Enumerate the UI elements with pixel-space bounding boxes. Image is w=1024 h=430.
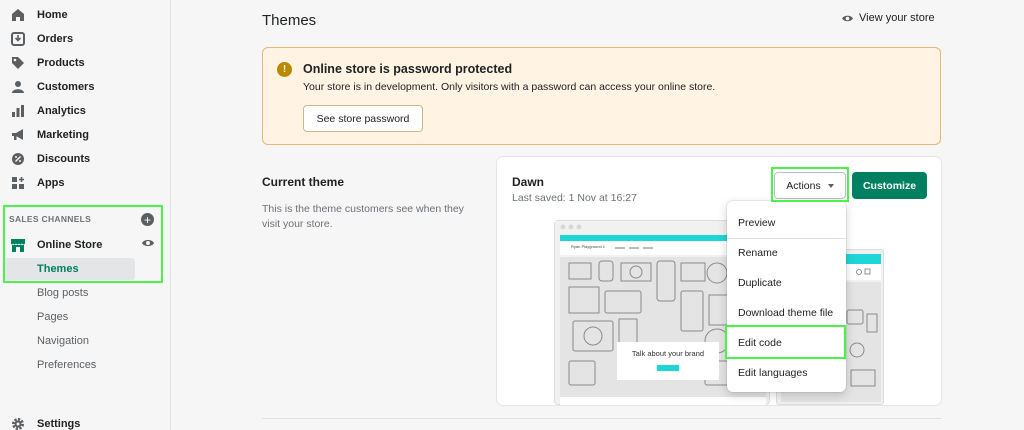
theme-card: Dawn Last saved: 1 Nov at 16:27 Actions … (497, 157, 941, 405)
tag-icon (10, 55, 26, 71)
preview-tagline: Talk about your brand (631, 349, 705, 358)
current-theme-heading: Current theme (262, 175, 345, 189)
password-banner: ! Online store is password protected You… (262, 47, 941, 145)
store-icon (10, 238, 26, 253)
nav-online-store-label: Online Store (37, 239, 103, 251)
add-channel-icon[interactable]: + (141, 213, 154, 226)
menu-item-duplicate[interactable]: Duplicate (727, 268, 846, 298)
gear-icon (10, 416, 26, 430)
person-icon (10, 79, 26, 95)
nav-home-label: Home (37, 9, 68, 21)
menu-item-download-theme-file[interactable]: Download theme file (727, 298, 846, 328)
orders-icon (10, 31, 26, 47)
preview-store-name: Ryan Playground 1 (571, 244, 606, 249)
apps-icon (10, 175, 26, 191)
sidebar-item-preferences[interactable]: Preferences (37, 354, 96, 376)
sidebar: Home Orders Products Customers Analytics… (0, 0, 171, 430)
nav-customers[interactable]: Customers (10, 76, 94, 98)
menu-item-edit-code[interactable]: Edit code (727, 328, 846, 358)
eye-icon (841, 14, 854, 23)
sidebar-item-navigation[interactable]: Navigation (37, 330, 89, 352)
page-title: Themes (262, 12, 317, 29)
bar-chart-icon (10, 103, 26, 119)
see-store-password-button[interactable]: See store password (303, 105, 423, 132)
actions-button[interactable]: Actions (774, 172, 846, 199)
sidebar-item-pages[interactable]: Pages (37, 306, 68, 328)
nav-orders-label: Orders (37, 33, 74, 45)
nav-online-store[interactable]: Online Store (10, 234, 102, 256)
banner-text: Your store is in development. Only visit… (303, 81, 716, 93)
nav-analytics[interactable]: Analytics (10, 100, 86, 122)
nav-settings[interactable]: Settings (10, 413, 80, 430)
nav-products[interactable]: Products (10, 52, 85, 74)
sidebar-item-blog-posts[interactable]: Blog posts (37, 282, 88, 304)
section-divider (262, 418, 941, 419)
nav-analytics-label: Analytics (37, 105, 86, 117)
menu-item-rename[interactable]: Rename (727, 238, 846, 268)
nav-settings-label: Settings (37, 418, 81, 430)
nav-marketing-label: Marketing (37, 129, 89, 141)
view-store-eye-icon[interactable] (141, 238, 155, 251)
theme-last-saved: Last saved: 1 Nov at 16:27 (512, 192, 637, 204)
nav-products-label: Products (37, 57, 85, 69)
banner-title: Online store is password protected (303, 62, 513, 76)
discount-icon (10, 151, 26, 167)
view-store-link[interactable]: View your store (841, 12, 935, 24)
nav-apps[interactable]: Apps (10, 172, 65, 194)
caret-down-icon (827, 183, 834, 188)
warning-icon: ! (277, 62, 292, 77)
theme-name: Dawn (512, 175, 545, 189)
sidebar-item-themes[interactable]: Themes (4, 258, 135, 280)
nav-orders[interactable]: Orders (10, 28, 73, 50)
home-icon (10, 7, 26, 23)
nav-home[interactable]: Home (10, 4, 68, 26)
sales-channels-header: SALES CHANNELS (9, 214, 92, 224)
menu-item-preview[interactable]: Preview (727, 208, 846, 238)
megaphone-icon (10, 127, 26, 143)
nav-apps-label: Apps (37, 177, 65, 189)
actions-label: Actions (786, 179, 821, 192)
customize-button[interactable]: Customize (852, 172, 927, 199)
nav-marketing[interactable]: Marketing (10, 124, 89, 146)
view-store-label: View your store (859, 12, 935, 24)
nav-discounts[interactable]: Discounts (10, 148, 90, 170)
nav-discounts-label: Discounts (37, 153, 91, 165)
nav-customers-label: Customers (37, 81, 95, 93)
current-theme-description: This is the theme customers see when the… (262, 203, 464, 230)
actions-dropdown-menu: Preview Rename Duplicate Download theme … (727, 201, 846, 392)
menu-item-edit-languages[interactable]: Edit languages (727, 358, 846, 388)
